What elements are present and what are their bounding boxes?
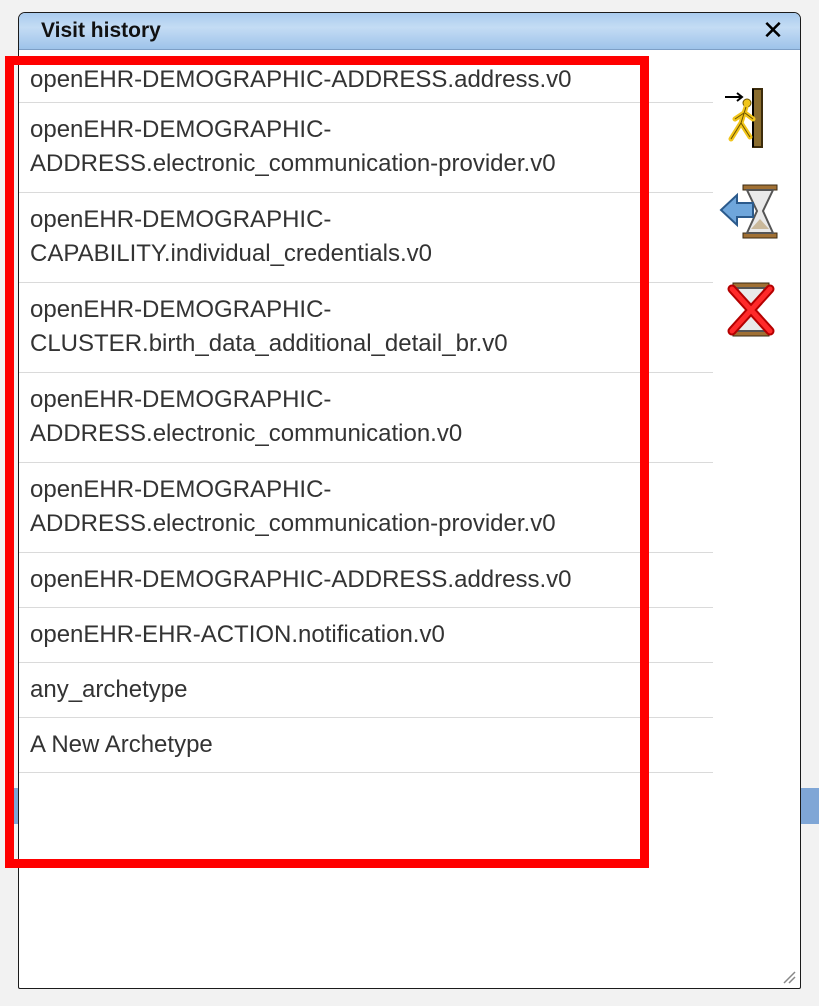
go-to-entry-button[interactable] — [717, 83, 787, 153]
background-mark — [8, 232, 10, 246]
list-item-label: openEHR-DEMOGRAPHIC- ADDRESS.electronic_… — [30, 116, 556, 177]
list-item[interactable]: openEHR-DEMOGRAPHIC- ADDRESS.electronic_… — [19, 103, 713, 193]
visit-history-dialog: Visit history ✕ openEHR-DEMOGRAPHIC-ADDR… — [18, 12, 801, 989]
list-item-label: openEHR-DEMOGRAPHIC- CLUSTER.birth_data_… — [30, 296, 508, 357]
clear-history-button[interactable] — [717, 275, 787, 345]
back-history-icon — [719, 184, 778, 239]
go-to-entry-icon — [725, 88, 763, 148]
list-item[interactable]: openEHR-DEMOGRAPHIC-ADDRESS.address.v0 — [19, 553, 713, 608]
list-item-label: openEHR-DEMOGRAPHIC-ADDRESS.address.v0 — [30, 66, 572, 93]
back-history-button[interactable] — [717, 177, 787, 247]
list-item-label: openEHR-DEMOGRAPHIC- CAPABILITY.individu… — [30, 206, 432, 267]
list-item[interactable]: openEHR-EHR-ACTION.notification.v0 — [19, 608, 713, 663]
list-item-label: any_archetype — [30, 676, 188, 703]
close-icon[interactable]: ✕ — [760, 17, 786, 43]
list-item[interactable]: any_archetype — [19, 663, 713, 718]
list-item-label: openEHR-DEMOGRAPHIC-ADDRESS.address.v0 — [30, 566, 572, 593]
list-item[interactable]: A New Archetype — [19, 718, 713, 773]
list-item-label: openEHR-EHR-ACTION.notification.v0 — [30, 621, 445, 648]
clear-history-icon — [727, 282, 775, 337]
list-item-label: openEHR-DEMOGRAPHIC- ADDRESS.electronic_… — [30, 476, 556, 537]
list-item[interactable]: openEHR-DEMOGRAPHIC- ADDRESS.electronic_… — [19, 373, 713, 463]
resize-grip-icon[interactable] — [780, 968, 796, 984]
list-item[interactable]: openEHR-DEMOGRAPHIC- CLUSTER.birth_data_… — [19, 283, 713, 373]
list-item[interactable]: openEHR-DEMOGRAPHIC-ADDRESS.address.v0 — [19, 63, 713, 103]
list-item-label: openEHR-DEMOGRAPHIC- ADDRESS.electronic_… — [30, 386, 463, 447]
history-list: openEHR-DEMOGRAPHIC-ADDRESS.address.v0 o… — [19, 63, 713, 773]
list-item[interactable]: openEHR-DEMOGRAPHIC- CAPABILITY.individu… — [19, 193, 713, 283]
dialog-title: Visit history — [41, 19, 161, 42]
title-bar[interactable]: Visit history ✕ — [19, 13, 800, 50]
list-item[interactable]: openEHR-DEMOGRAPHIC- ADDRESS.electronic_… — [19, 463, 713, 553]
list-item-label: A New Archetype — [30, 731, 213, 758]
background-panel-strip — [800, 788, 819, 824]
